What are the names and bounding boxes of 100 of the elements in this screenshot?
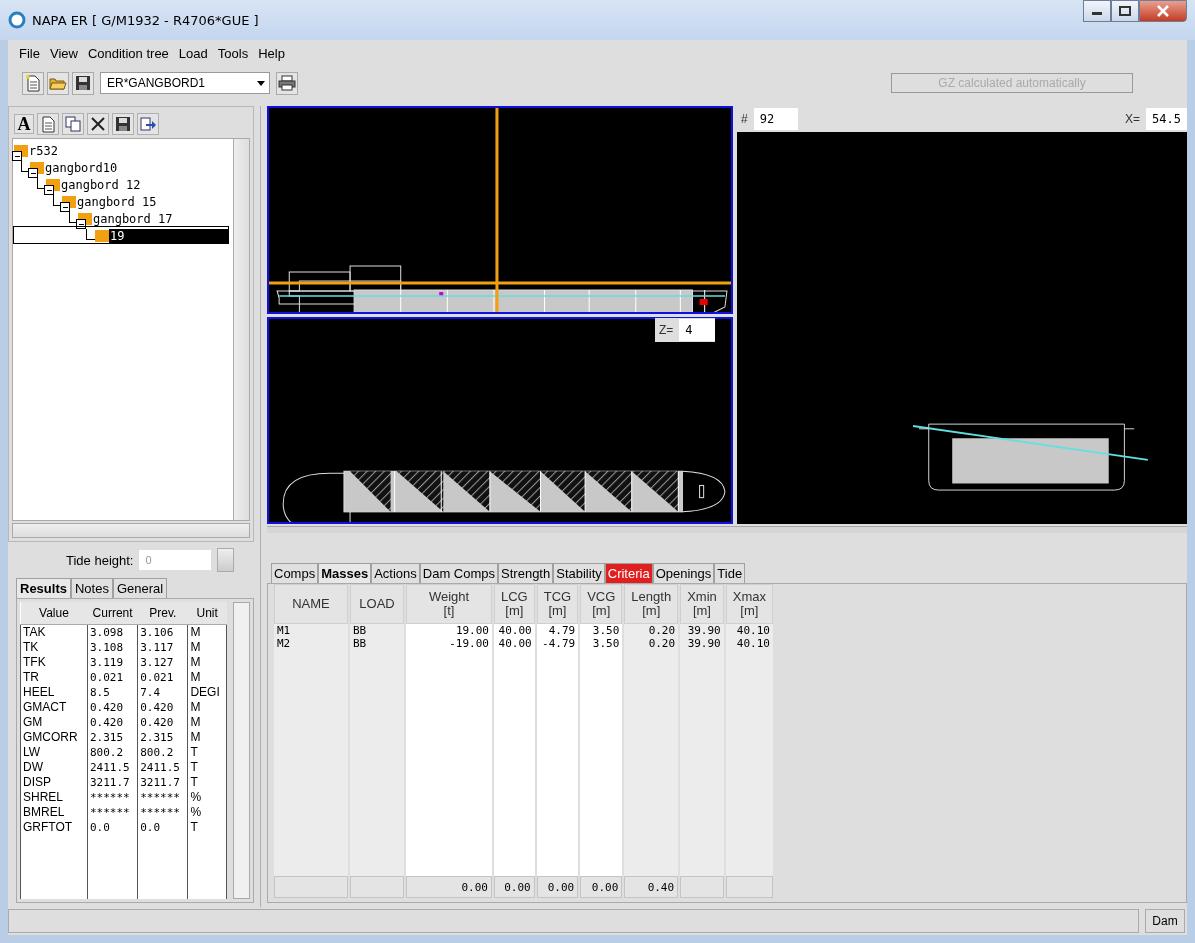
menu-item[interactable]: View [44,43,83,63]
results-column-header[interactable]: Value [20,602,88,625]
menu-item[interactable]: Tools [212,43,254,63]
export-icon[interactable] [137,113,159,135]
table-cell: -4.79 [536,637,579,650]
column-header[interactable]: LOAD [350,584,404,624]
table-cell: 3.50 [580,637,623,650]
minimize-button[interactable] [1083,0,1111,22]
total-cell: 0.40 [624,876,679,898]
results-cell: 7.4 [137,685,188,700]
results-cell: 0.0 [137,820,188,835]
table-cell: M1 [274,624,348,637]
table-cell: 39.90 [680,637,724,650]
copy-icon[interactable] [62,113,84,135]
table-cell: 4.79 [536,624,579,637]
results-cell: 2411.5 [87,760,138,775]
tab[interactable]: Openings [652,563,715,583]
results-cell: ****** [137,805,188,820]
tree-item[interactable]: r532 [28,144,58,158]
results-cell: 800.2 [137,745,188,760]
tree-item[interactable]: gangbord 17 [92,212,173,226]
app-icon [8,11,26,29]
results-cell: DEGI [187,685,227,700]
results-cell: 0.420 [87,700,138,715]
results-cell: HEEL [20,685,88,700]
results-cell: 3211.7 [137,775,188,790]
scrollbar[interactable] [233,139,249,520]
splitter-handle[interactable] [267,526,1187,533]
column-header[interactable]: Length [m] [624,584,679,624]
tab[interactable]: Criteria [604,563,653,583]
tab[interactable]: Notes [70,578,113,598]
section-view[interactable] [737,132,1187,524]
results-cell: 3.108 [87,640,138,655]
column-header[interactable]: NAME [274,584,348,624]
tab[interactable]: Masses [318,563,372,583]
results-cell: ****** [87,805,138,820]
results-cell: M [187,715,227,730]
tab[interactable]: Comps [271,563,319,583]
tab[interactable]: Actions [371,563,420,583]
tide-height-field[interactable]: 0 [139,550,212,570]
results-column-header[interactable]: Prev. [137,602,188,625]
results-cell: M [187,700,227,715]
condition-dropdown[interactable]: ER*GANGBORD1 [100,72,270,94]
x-field[interactable]: 54.5 [1146,108,1187,130]
close-button[interactable] [1139,0,1187,22]
save-icon[interactable] [112,113,134,135]
menu-item[interactable]: Condition tree [82,43,174,63]
tab[interactable]: General [112,578,168,598]
results-column-header[interactable]: Unit [187,602,227,625]
scrollbar[interactable] [12,523,250,538]
tree-item[interactable]: gangbord10 [44,161,118,175]
results-cell: 0.021 [87,670,138,685]
column-header[interactable]: Xmax [m] [725,584,773,624]
tab[interactable]: Tide [714,563,746,583]
results-cell: GMCORR [20,730,88,745]
column-header[interactable]: Weight [t] [406,584,492,624]
scrollbar[interactable] [233,602,250,899]
tab[interactable]: Strength [498,563,554,583]
results-cell: 0.420 [137,715,188,730]
results-cell: 3.119 [87,655,138,670]
results-cell: TK [20,640,88,655]
tab[interactable]: Stability [553,563,605,583]
tide-height-label: Tide height: [66,552,134,568]
delete-icon[interactable] [87,113,109,135]
save-icon[interactable] [72,71,94,95]
printer-icon[interactable] [276,71,298,95]
results-cell: TFK [20,655,88,670]
tab[interactable]: Results [16,578,71,598]
new-document-icon[interactable] [37,113,59,135]
results-cell: 0.420 [137,700,188,715]
maximize-button[interactable] [1111,0,1139,22]
tree-item[interactable]: gangbord 15 [76,195,157,209]
menu-item[interactable]: Help [253,43,290,63]
frame-label: # [741,112,748,126]
z-field[interactable]: 4 [679,319,716,341]
tree-item[interactable]: gangbord 12 [60,178,141,192]
font-button[interactable]: A [14,114,34,134]
menu-item[interactable]: Load [173,43,213,63]
column-header[interactable]: TCG [m] [536,584,579,624]
column-header[interactable]: LCG [m] [494,584,535,624]
z-label: Z= [659,323,674,337]
frame-field[interactable]: 92 [753,108,798,130]
column-header[interactable]: VCG [m] [580,584,623,624]
results-cell: % [187,805,227,820]
results-cell: M [187,670,227,685]
results-cell: 3.117 [137,640,188,655]
results-cell: M [187,640,227,655]
x-label: X= [1125,112,1141,126]
column-header[interactable]: Xmin [m] [680,584,724,624]
plan-view[interactable] [267,317,733,524]
open-folder-icon[interactable] [47,71,69,95]
tab[interactable]: Dam Comps [419,563,499,583]
new-document-icon[interactable] [22,71,44,95]
results-cell: 3.098 [87,624,138,640]
table-cell: 0.20 [624,637,679,650]
menu-item[interactable]: File [14,43,45,63]
tree-item[interactable]: 19 [109,229,228,243]
results-column-header[interactable]: Current [87,602,138,625]
results-cell: GMACT [20,700,88,715]
results-cell: 2.315 [137,730,188,745]
